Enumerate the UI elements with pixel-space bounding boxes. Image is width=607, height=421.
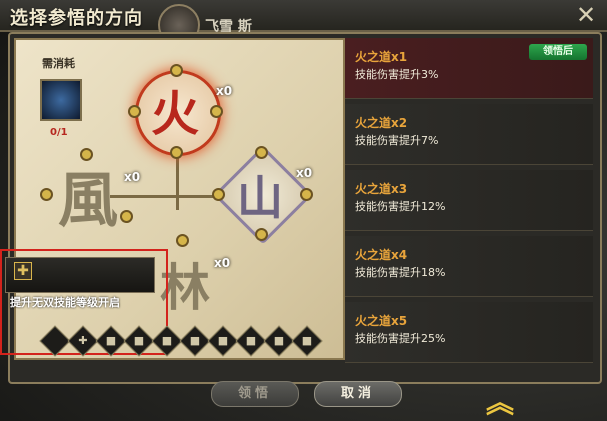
skill-level-item[interactable]: 火之道x5 技能伤害提升25% xyxy=(345,302,593,363)
learn-button[interactable]: 领悟 xyxy=(211,381,299,407)
node-dot xyxy=(128,105,141,118)
cost-item-slot[interactable] xyxy=(40,79,82,121)
window-title: 选择参悟的方向 xyxy=(10,8,143,29)
lock-icon: ■ xyxy=(217,334,229,347)
cancel-button[interactable]: 取消 xyxy=(314,381,402,407)
skill-level-item[interactable]: 火之道x2 技能伤害提升7% xyxy=(345,104,593,165)
lock-icon: ■ xyxy=(273,334,285,347)
skill-level-desc: 技能伤害提升25% xyxy=(355,332,446,345)
locked-slot[interactable]: ■ xyxy=(179,325,211,357)
cost-box: 需消耗 0/1 xyxy=(34,55,94,147)
node-dot xyxy=(120,210,133,223)
skill-level-item[interactable]: 火之道x3 技能伤害提升12% xyxy=(345,170,593,231)
skill-level-list: 火之道x1 技能伤害提升3% 领悟后 火之道x2 技能伤害提升7% 火之道x3 … xyxy=(345,38,593,370)
arrow-up-icon[interactable]: ︽ xyxy=(485,388,515,418)
skill-slot-row: ✚ ■ ■ ■ ■ ■ ■ ■ ■ xyxy=(39,325,330,357)
tooltip-panel: ✚ xyxy=(5,257,155,293)
locked-slot[interactable]: ■ xyxy=(123,325,155,357)
skill-level-name: 火之道x2 xyxy=(355,116,408,130)
locked-slot[interactable]: ■ xyxy=(95,325,127,357)
locked-slot[interactable]: ■ xyxy=(151,325,183,357)
lock-icon: ■ xyxy=(245,334,257,347)
wind-glyph: 風 xyxy=(58,166,118,236)
lock-icon: ■ xyxy=(189,334,201,347)
node-dot xyxy=(300,188,313,201)
skill-level-name: 火之道x4 xyxy=(355,248,408,262)
plus-slot[interactable]: ✚ xyxy=(67,325,99,357)
mountain-count: x0 xyxy=(296,166,313,180)
node-dot xyxy=(210,105,223,118)
node-dot xyxy=(80,148,93,161)
cost-label: 需消耗 xyxy=(42,57,75,70)
lock-icon: ■ xyxy=(301,334,313,347)
lock-icon: ■ xyxy=(133,334,145,347)
cost-count: 0/1 xyxy=(50,127,68,138)
skill-slot[interactable] xyxy=(39,325,71,357)
mountain-glyph: 山 xyxy=(237,171,283,225)
skill-level-item[interactable]: 火之道x1 技能伤害提升3% 领悟后 xyxy=(345,38,593,99)
skill-level-desc: 技能伤害提升12% xyxy=(355,200,446,213)
node-dot xyxy=(170,64,183,77)
node-dot xyxy=(40,188,53,201)
plus-icon: ✚ xyxy=(14,262,32,280)
skill-level-name: 火之道x3 xyxy=(355,182,408,196)
node-dot xyxy=(170,146,183,159)
title-bar: 选择参悟的方向 飞雪 斯 ✕ xyxy=(0,0,607,46)
fire-glyph: 火 xyxy=(150,86,199,142)
node-dot xyxy=(176,234,189,247)
close-icon[interactable]: ✕ xyxy=(573,2,599,28)
wind-count: x0 xyxy=(124,170,141,184)
learned-badge: 领悟后 xyxy=(529,44,587,60)
lock-icon: ■ xyxy=(105,334,117,347)
skill-level-desc: 技能伤害提升18% xyxy=(355,266,446,279)
plus-icon: ✚ xyxy=(78,334,88,347)
node-dot xyxy=(255,146,268,159)
skill-level-desc: 技能伤害提升7% xyxy=(355,134,439,147)
lock-icon: ■ xyxy=(161,334,173,347)
locked-slot[interactable]: ■ xyxy=(235,325,267,357)
tooltip-text: 提升无双技能等级开启 xyxy=(10,296,120,309)
node-dot xyxy=(255,228,268,241)
locked-slot[interactable]: ■ xyxy=(207,325,239,357)
fire-count: x0 xyxy=(216,84,233,98)
skill-level-desc: 技能伤害提升3% xyxy=(355,68,439,81)
skill-level-name: 火之道x1 xyxy=(355,50,408,64)
locked-slot[interactable]: ■ xyxy=(263,325,295,357)
skill-level-name: 火之道x5 xyxy=(355,314,408,328)
forest-count: x0 xyxy=(214,256,231,270)
skill-level-item[interactable]: 火之道x4 技能伤害提升18% xyxy=(345,236,593,297)
locked-slot[interactable]: ■ xyxy=(291,325,323,357)
node-dot xyxy=(212,188,225,201)
